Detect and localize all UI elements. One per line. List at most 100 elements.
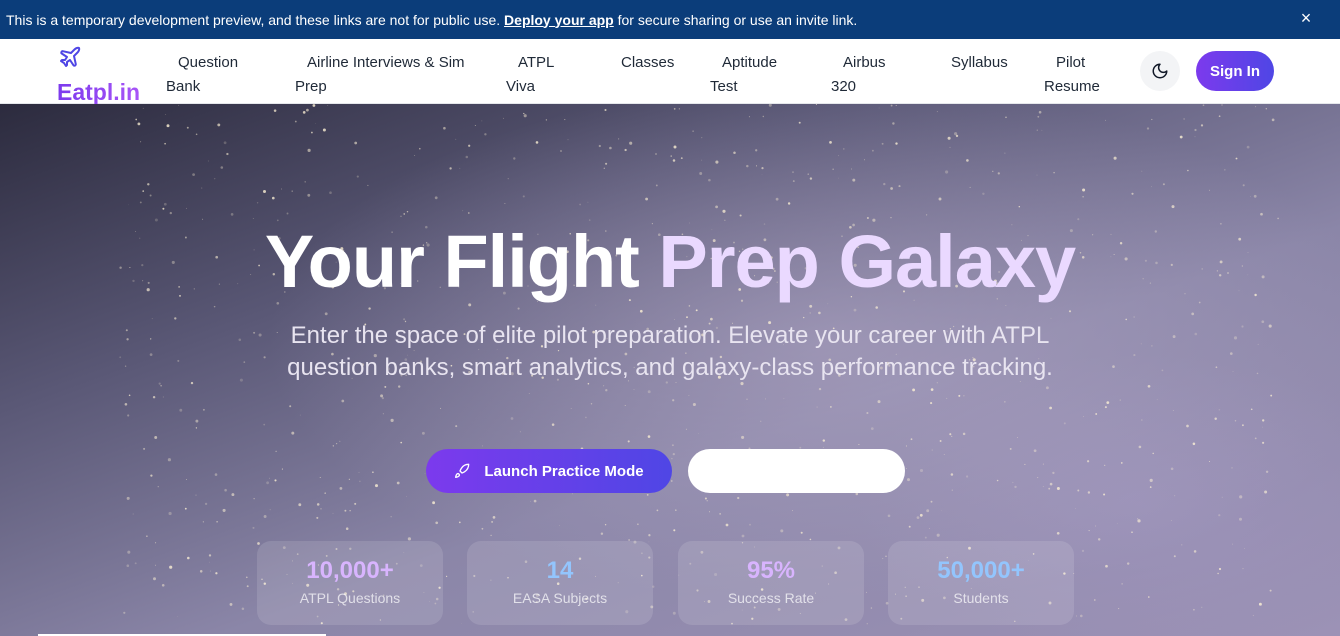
city-light	[1250, 408, 1253, 411]
city-light	[396, 481, 400, 485]
city-light	[875, 306, 878, 309]
city-light	[142, 190, 145, 192]
city-light	[434, 196, 438, 200]
nav-pilot-resume[interactable]: Pilot Resume	[1044, 51, 1114, 99]
city-light	[491, 520, 494, 523]
secondary-cta-button[interactable]	[688, 449, 905, 493]
city-light	[551, 423, 555, 426]
city-light	[936, 111, 938, 113]
city-light	[241, 607, 245, 610]
city-light	[951, 435, 953, 438]
city-light	[299, 414, 301, 416]
city-light	[762, 115, 765, 118]
city-light	[673, 108, 676, 110]
city-light	[882, 557, 884, 560]
theme-toggle-button[interactable]	[1140, 51, 1180, 91]
city-light	[381, 397, 384, 400]
city-light	[269, 477, 270, 479]
city-light	[324, 312, 328, 316]
city-light	[349, 510, 351, 512]
city-light	[1140, 343, 1142, 345]
city-light	[354, 502, 357, 505]
nav-airline-interviews[interactable]: Airline Interviews & Sim Prep	[295, 51, 470, 99]
city-light	[184, 507, 187, 510]
city-light	[1270, 394, 1273, 397]
city-light	[890, 104, 893, 107]
city-light	[208, 554, 212, 557]
deploy-link[interactable]: Deploy your app	[504, 12, 614, 28]
city-light	[1173, 555, 1176, 558]
city-light	[468, 144, 471, 147]
moon-icon	[1152, 63, 1168, 79]
city-light	[177, 359, 180, 362]
city-light	[462, 210, 464, 212]
city-light	[465, 155, 469, 159]
city-light	[263, 515, 267, 518]
city-light	[1082, 188, 1086, 192]
logo[interactable]: Eatpl.in	[57, 45, 149, 105]
city-light	[339, 440, 341, 443]
city-light	[348, 478, 350, 480]
city-light	[1221, 496, 1223, 498]
nav-question-bank[interactable]: Question Bank	[166, 51, 256, 99]
city-light	[775, 197, 779, 201]
city-light	[146, 535, 148, 537]
stat-value: 10,000+	[306, 557, 394, 584]
city-light	[1147, 384, 1151, 388]
city-light	[715, 160, 719, 164]
city-light	[384, 385, 387, 388]
city-light	[1053, 171, 1055, 174]
city-light	[238, 338, 242, 342]
city-light	[1004, 152, 1006, 154]
city-light	[202, 408, 205, 411]
hero-title: Your Flight Prep Galaxy	[264, 220, 1076, 303]
city-light	[1141, 170, 1143, 172]
city-light	[1037, 115, 1040, 118]
city-light	[1179, 135, 1183, 139]
nav-airbus-320[interactable]: Airbus 320	[831, 51, 901, 99]
city-light	[209, 561, 210, 563]
city-light	[571, 493, 574, 495]
city-light	[294, 120, 297, 123]
city-light	[698, 433, 699, 434]
close-icon[interactable]: ×	[1296, 8, 1316, 28]
city-light	[258, 333, 262, 337]
city-light	[746, 164, 749, 168]
city-light	[792, 171, 794, 173]
city-light	[672, 452, 675, 456]
city-light	[273, 109, 277, 112]
city-light	[124, 403, 128, 406]
city-light	[289, 405, 292, 408]
city-light	[1224, 169, 1226, 171]
city-light	[339, 487, 343, 490]
city-light	[390, 516, 392, 518]
city-light	[127, 414, 130, 417]
city-light	[1119, 399, 1121, 401]
city-light	[128, 394, 131, 397]
city-light	[178, 104, 180, 106]
nav-syllabus[interactable]: Syllabus	[951, 51, 1021, 75]
city-light	[966, 475, 969, 478]
nav-aptitude-test[interactable]: Aptitude Test	[710, 51, 790, 99]
city-light	[1170, 467, 1174, 471]
nav-classes[interactable]: Classes	[621, 51, 681, 75]
nav-atpl-viva[interactable]: ATPL Viva	[506, 51, 566, 99]
city-light	[1141, 419, 1143, 421]
city-light	[646, 493, 649, 496]
city-light	[1125, 318, 1127, 321]
city-light	[1082, 196, 1084, 198]
city-light	[675, 509, 677, 511]
city-light	[150, 474, 153, 477]
city-light	[704, 497, 707, 500]
city-light	[1252, 614, 1255, 617]
city-light	[281, 188, 283, 190]
launch-practice-button[interactable]: Launch Practice Mode	[426, 449, 672, 493]
city-light	[166, 124, 170, 128]
city-light	[688, 395, 690, 397]
city-light	[517, 307, 520, 310]
city-light	[809, 177, 813, 180]
city-light	[1229, 352, 1233, 355]
city-light	[286, 212, 289, 215]
sign-in-button[interactable]: Sign In	[1196, 51, 1274, 91]
city-light	[160, 385, 162, 387]
